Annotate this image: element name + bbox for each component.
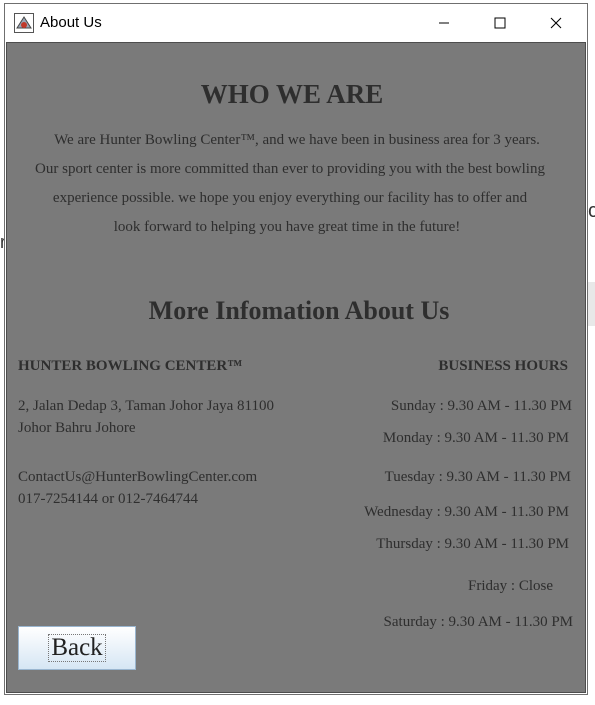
- hours-friday: Friday : Close: [468, 578, 553, 594]
- back-button[interactable]: Back: [18, 626, 136, 670]
- maximize-button[interactable]: [477, 4, 523, 42]
- java-app-icon: [14, 13, 34, 33]
- contact-phones: 017-7254144 or 012-7464744: [18, 491, 198, 507]
- address-line-1: 2, Jalan Dedap 3, Taman Johor Jaya 81100: [18, 398, 274, 414]
- about-paragraph-line: We are Hunter Bowling Center™, and we ha…: [54, 132, 540, 148]
- hours-monday: Monday : 9.30 AM - 11.30 PM: [382, 430, 569, 446]
- address-line-2: Johor Bahru Johore: [18, 420, 136, 436]
- hours-thursday: Thursday : 9.30 AM - 11.30 PM: [376, 536, 569, 552]
- hours-wednesday: Wednesday : 9.30 AM - 11.30 PM: [364, 504, 569, 520]
- hours-sunday: Sunday : 9.30 AM - 11.30 PM: [390, 398, 572, 414]
- contact-email: ContactUs@HunterBowlingCenter.com: [18, 469, 258, 485]
- who-we-are-heading: WHO WE ARE: [200, 79, 384, 109]
- window-title: About Us: [40, 14, 102, 31]
- hours-tuesday: Tuesday : 9.30 AM - 11.30 PM: [384, 469, 571, 485]
- background-window-fragment: c: [588, 200, 595, 222]
- maximize-icon: [494, 17, 506, 29]
- about-paragraph-line: Our sport center is more committed than …: [35, 161, 545, 177]
- minimize-button[interactable]: [421, 4, 467, 42]
- back-button-label: Back: [48, 634, 106, 662]
- about-paragraph-line: look forward to helping you have great t…: [113, 219, 461, 235]
- title-bar: About Us: [5, 4, 587, 42]
- company-name: HUNTER BOWLING CENTER™: [18, 358, 243, 374]
- minimize-icon: [439, 22, 449, 24]
- about-panel: WHO WE ARE We are Hunter Bowling Center™…: [6, 42, 586, 693]
- background-window-panel: [588, 282, 595, 326]
- hours-saturday: Saturday : 9.30 AM - 11.30 PM: [383, 614, 573, 630]
- close-icon: [550, 17, 562, 29]
- business-hours-heading: BUSINESS HOURS: [438, 358, 568, 374]
- about-us-window: About Us WHO WE ARE We are Hunter Bowlin…: [4, 3, 588, 695]
- close-button[interactable]: [533, 4, 579, 42]
- more-info-heading: More Infomation About Us: [148, 296, 450, 325]
- about-paragraph-line: experience possible. we hope you enjoy e…: [52, 190, 528, 206]
